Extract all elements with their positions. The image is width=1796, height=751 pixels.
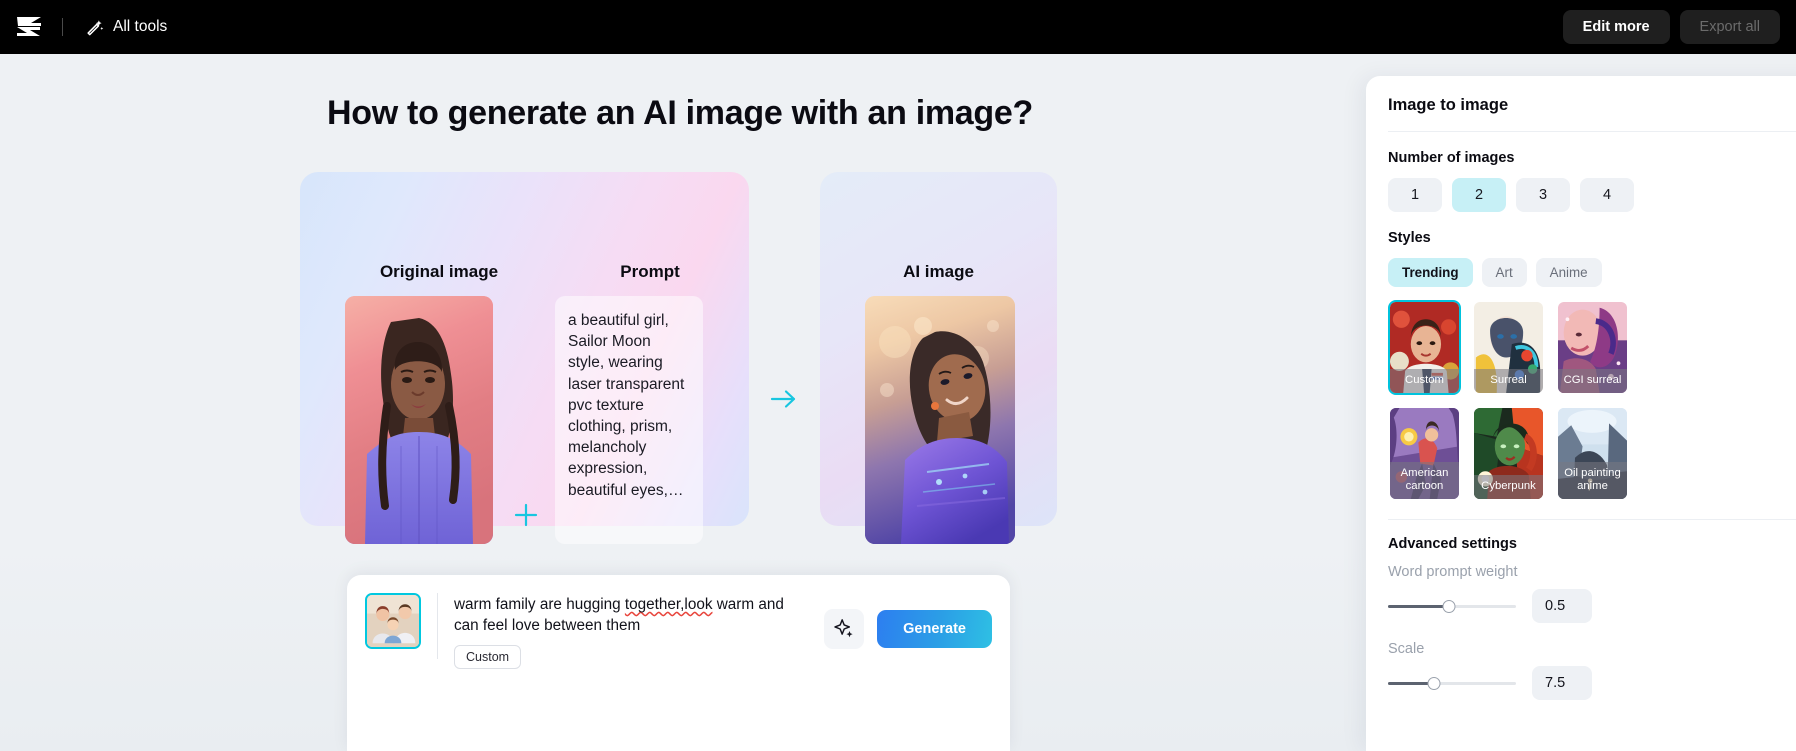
ai-image-heading: AI image [903, 262, 974, 281]
magic-wand-icon [87, 19, 104, 35]
prompt-text-before: warm family are hugging [454, 596, 625, 613]
number-of-images-label: Number of images [1388, 150, 1515, 166]
tab-art[interactable]: Art [1481, 258, 1527, 287]
style-card-cgi-surreal[interactable]: CGI surreal [1556, 300, 1629, 395]
styles-grid: Custom Surreal CGI surreal American cart… [1388, 300, 1796, 501]
generate-button[interactable]: Generate [877, 610, 992, 648]
style-tag[interactable]: Custom [454, 645, 522, 669]
style-card-american-cartoon[interactable]: American cartoon [1388, 406, 1461, 501]
prompt-heading: Prompt [620, 262, 680, 281]
tab-trending[interactable]: Trending [1388, 258, 1473, 287]
word-prompt-weight-knob[interactable] [1442, 599, 1456, 613]
scale-label: Scale [1388, 641, 1425, 657]
prompt-actions: Generate [824, 593, 992, 649]
ai-image-card: AI image [820, 172, 1057, 544]
prompt-input[interactable]: warm family are hugging together,look wa… [454, 594, 812, 636]
prompt-bar: warm family are hugging together,look wa… [347, 575, 1010, 751]
sparkle-icon [834, 619, 853, 638]
advanced-divider [1388, 519, 1796, 520]
page-title: How to generate an AI image with an imag… [327, 94, 1033, 132]
export-all-button: Export all [1679, 10, 1780, 44]
scale-block: Scale 7.5 [1388, 641, 1796, 700]
word-prompt-weight-value[interactable]: 0.5 [1532, 589, 1592, 623]
prompt-divider [437, 593, 438, 659]
prompt-text-misspelled: together,look [624, 596, 713, 613]
family-photo-thumbnail[interactable] [365, 593, 421, 649]
word-prompt-weight-label: Word prompt weight [1388, 564, 1518, 580]
image-to-image-panel: Image to image Number of images 1 2 3 4 … [1366, 76, 1796, 751]
scale-value[interactable]: 7.5 [1532, 666, 1592, 700]
panel-title: Image to image [1388, 96, 1509, 114]
scale-row: 7.5 [1388, 666, 1796, 700]
edit-more-button[interactable]: Edit more [1562, 10, 1670, 44]
style-name-cgi-surreal: CGI surreal [1558, 369, 1627, 393]
style-name-oil-painting-anime: Oil painting anime [1558, 462, 1627, 499]
prompt-text-column: warm family are hugging together,look wa… [454, 593, 812, 669]
scale-slider[interactable] [1388, 676, 1516, 690]
style-name-custom: Custom [1390, 369, 1459, 393]
topbar-actions: Edit more Export all [1562, 10, 1796, 44]
number-option-1[interactable]: 1 [1388, 178, 1442, 212]
sparkle-button[interactable] [824, 609, 865, 649]
all-tools-label: All tools [113, 18, 168, 35]
original-prompt-card: Original image Prompt a beautiful girl, … [300, 172, 749, 544]
topbar-divider [62, 18, 63, 36]
all-tools-button[interactable]: All tools [85, 18, 167, 37]
style-name-cyberpunk: Cyberpunk [1474, 475, 1543, 499]
number-option-3[interactable]: 3 [1516, 178, 1570, 212]
word-prompt-weight-block: Word prompt weight 0.5 [1388, 564, 1796, 623]
plus-icon [514, 503, 538, 527]
panel-divider [1388, 131, 1796, 132]
number-option-2[interactable]: 2 [1452, 178, 1506, 212]
style-card-oil-painting-anime[interactable]: Oil painting anime [1556, 406, 1629, 501]
original-image-heading: Original image [379, 262, 499, 281]
style-name-surreal: Surreal [1474, 369, 1543, 393]
styles-label: Styles [1388, 230, 1431, 246]
word-prompt-weight-row: 0.5 [1388, 589, 1796, 623]
prompt-example-text: a beautiful girl, Sailor Moon style, wea… [555, 296, 703, 544]
number-of-images-row: 1 2 3 4 [1388, 178, 1796, 212]
advanced-settings-label: Advanced settings [1388, 536, 1517, 552]
number-option-4[interactable]: 4 [1580, 178, 1634, 212]
styles-tabs: Trending Art Anime [1388, 258, 1796, 287]
original-image-photo [345, 296, 493, 544]
style-card-custom[interactable]: Custom [1388, 300, 1461, 395]
style-name-american-cartoon: American cartoon [1390, 462, 1459, 499]
arrow-right-icon [770, 390, 796, 408]
scale-knob[interactable] [1427, 676, 1441, 690]
word-prompt-weight-slider[interactable] [1388, 599, 1516, 613]
capcut-logo-icon[interactable] [2, 0, 56, 54]
tab-anime[interactable]: Anime [1535, 258, 1602, 287]
ai-result-photo [865, 296, 1015, 544]
style-card-cyberpunk[interactable]: Cyberpunk [1472, 406, 1545, 501]
top-bar: All tools Edit more Export all [0, 0, 1796, 54]
style-card-surreal[interactable]: Surreal [1472, 300, 1545, 395]
word-prompt-weight-fill [1388, 604, 1450, 608]
